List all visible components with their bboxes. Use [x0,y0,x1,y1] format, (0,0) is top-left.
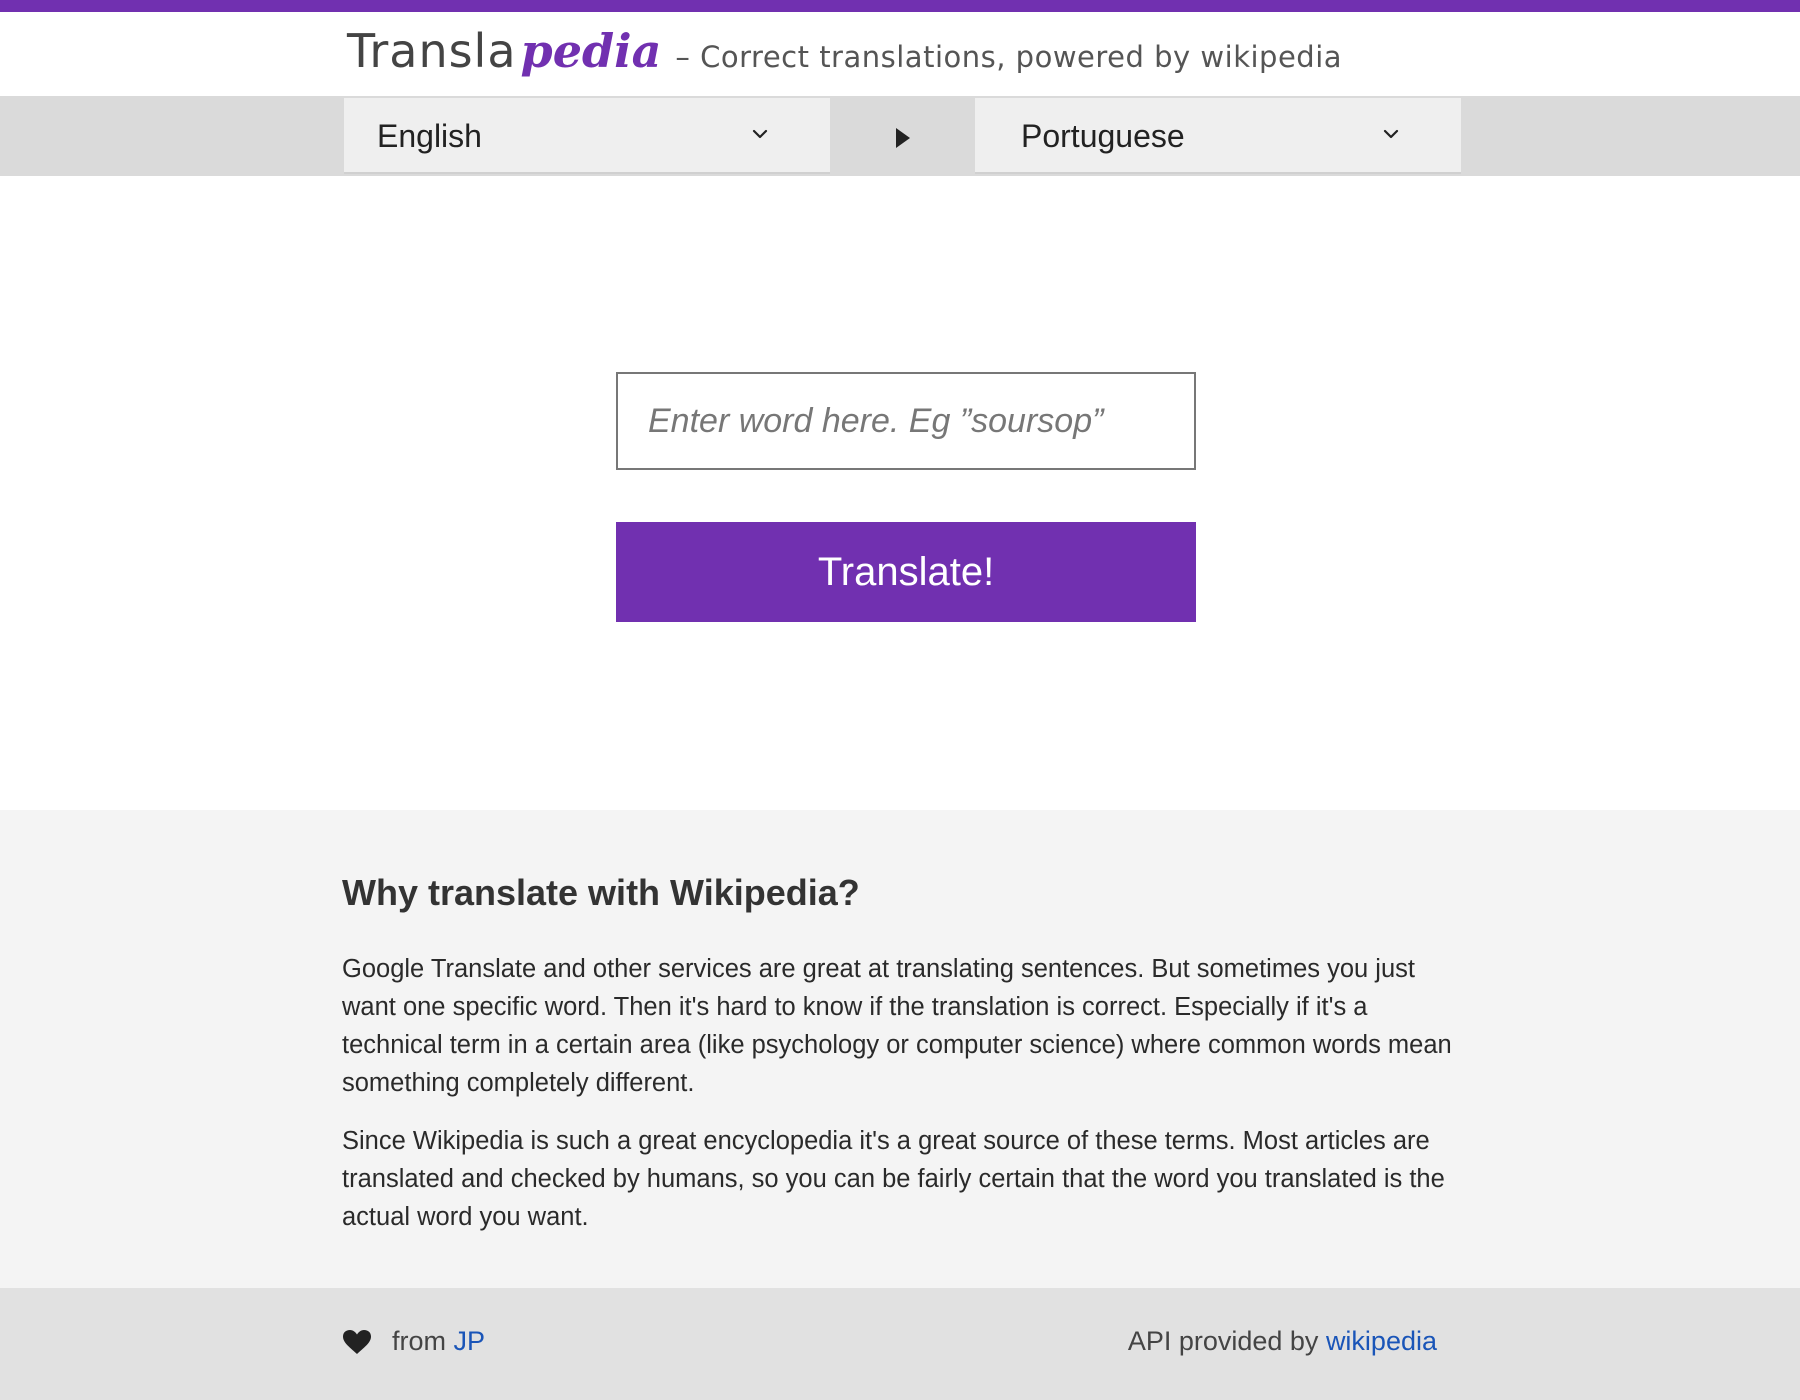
wikipedia-link[interactable]: wikipedia [1326,1326,1437,1356]
why-section-title: Why translate with Wikipedia? [342,872,860,913]
logo-text-transla: Transla [347,24,517,78]
translate-button[interactable]: Translate! [616,522,1196,622]
why-paragraph: Since Wikipedia is such a great encyclop… [342,1127,1445,1231]
api-credit: API provided by wikipedia [1128,1326,1437,1357]
logo-text-pedia: pedia [520,24,662,78]
footer-from-text: from [392,1326,446,1356]
site-header: Transla pedia – Correct translations, po… [0,12,1800,96]
target-language-select[interactable]: Portuguese [975,98,1461,174]
site-logo[interactable]: Transla pedia – Correct translations, po… [347,24,1342,78]
author-link[interactable]: JP [454,1326,486,1357]
why-paragraph: Google Translate and other services are … [342,955,1452,1097]
site-footer: from JP API provided by wikipedia [0,1288,1800,1400]
footer-credit: from JP [342,1326,485,1357]
api-credit-text: API provided by [1127,1326,1319,1356]
why-section: Why translate with Wikipedia? Google Tra… [0,810,1800,1288]
source-language-label: English [377,118,482,154]
play-arrow-icon[interactable] [893,126,913,150]
source-language-select[interactable]: English [344,98,830,174]
target-language-label: Portuguese [1021,118,1185,154]
word-search-input[interactable] [616,372,1196,470]
site-tagline: – Correct translations, powered by wikip… [675,40,1343,74]
chevron-down-icon [1383,129,1399,139]
heart-icon [343,1329,371,1354]
chevron-down-icon [752,129,768,139]
top-accent-stripe [0,0,1800,12]
